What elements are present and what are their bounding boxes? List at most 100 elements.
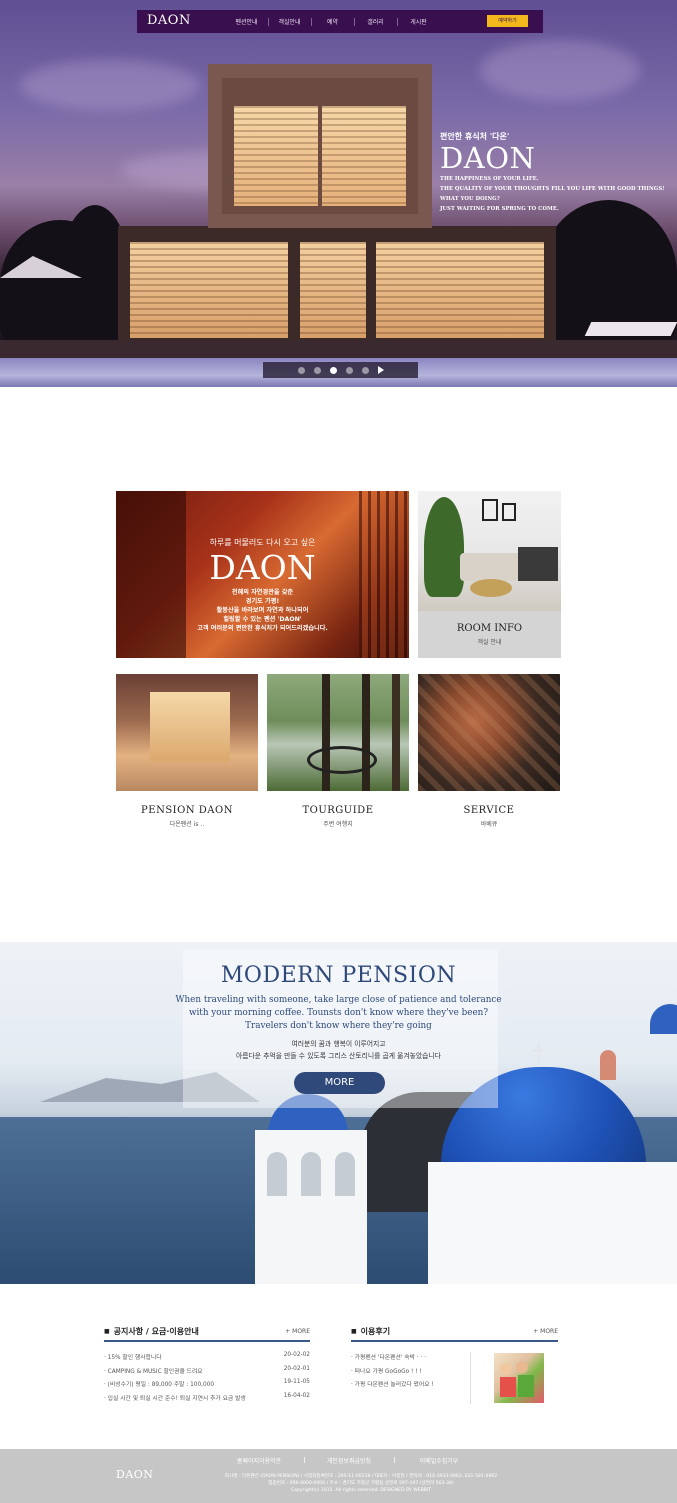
card-pension[interactable]: PENSION DAON 다온펜션 is .. <box>116 674 258 828</box>
nav-item-gallery[interactable]: 갤러리 <box>354 17 397 26</box>
window <box>234 106 406 206</box>
room-info-title: ROOM INFO <box>456 623 523 634</box>
nav-item-room-info[interactable]: 객실안내 <box>268 17 311 26</box>
window <box>300 242 366 338</box>
notice-item[interactable]: · (비성수기) 평일 : 89,000 주말 : 100,000 19-11-0… <box>104 1379 310 1393</box>
room-info-label: ROOM INFO 객실 안내 <box>418 623 561 646</box>
slide-dot-4[interactable] <box>345 366 353 374</box>
modern-pension-section: MODERN PENSION When traveling with someo… <box>0 942 677 1284</box>
hero-text: 편안한 휴식처 '다온' DAON THE HAPPINESS OF YOUR … <box>440 131 665 214</box>
review-thumbnail[interactable] <box>494 1353 544 1403</box>
notice-text: · CAMPING & MUSIC 할인권을 드려요 <box>104 1368 203 1375</box>
card-title: TOURGUIDE <box>302 805 374 816</box>
eng-line: When traveling with someone, take large … <box>175 995 502 1005</box>
nav-item-reservation[interactable]: 예약 <box>311 17 354 26</box>
feature-desc-3: 활봉산을 바라보며 자연과 하나되어 <box>216 607 309 614</box>
arch <box>267 1152 287 1196</box>
house-lower <box>118 226 556 346</box>
nav-item-pension-info[interactable]: 펜션안내 <box>225 17 268 26</box>
notice-text: · 입실 시간 및 퇴실 시간 준수! 퇴실 지연시 추가 요금 발생 <box>104 1396 246 1403</box>
review-item[interactable]: · 가평 다온펜션 놀러갔다 왔어요 ! <box>351 1379 470 1393</box>
hero-tagline-2: THE QUALITY OF YOUR THOUGHTS FILL YOU LI… <box>440 186 665 192</box>
eng-line: with your morning coffee. Tounsts don't … <box>188 1008 489 1018</box>
picture-frame <box>502 503 516 521</box>
card-subtitle: 다온펜션 is .. <box>169 821 205 828</box>
slide-dot-1[interactable] <box>297 366 305 374</box>
card-title: PENSION DAON <box>141 805 233 816</box>
feature-small: 하루를 머물러도 다시 오고 싶은 <box>209 538 316 547</box>
notice-item[interactable]: · 15% 할인 행사합니다 20-02-02 <box>104 1352 310 1366</box>
feature-desc-5: 고객 여러분의 편안한 휴식처가 되어드리겠습니다. <box>197 625 328 632</box>
footer-link-terms[interactable]: 홈페이지이용약관 <box>214 1456 304 1465</box>
footer-logo: DAON <box>116 1468 154 1481</box>
slide-dot-2[interactable] <box>313 366 321 374</box>
bbq-photo <box>418 674 560 791</box>
kor-line: 여러분의 꿈과 행복이 이루어지고 <box>291 1040 386 1048</box>
footer-info: 회사명 : 다온펜션 (DAON PENSION) / 사업자등록번호 : 29… <box>186 1473 536 1494</box>
modern-korean-text: 여러분의 꿈과 행복이 이루어지고 아름다운 추억을 만들 수 있도록 그리스 … <box>0 1038 677 1062</box>
slide-dot-5[interactable] <box>361 366 369 374</box>
nav-item-board[interactable]: 게시판 <box>397 17 440 26</box>
room-photo <box>418 491 561 611</box>
review-item[interactable]: · 떠나요 가평 GoGoGo ! ! ! <box>351 1366 470 1380</box>
card-subtitle: 주변 여행지 <box>323 821 353 828</box>
reserve-button[interactable]: 예약하기 <box>487 15 528 27</box>
play-icon[interactable] <box>377 366 384 374</box>
hero-tagline-3: WHAT YOU DOING? <box>440 196 500 202</box>
slide-dot-3[interactable] <box>329 366 337 374</box>
footer-link-email[interactable]: 이메일수집거부 <box>394 1456 484 1465</box>
slider-controls <box>263 362 418 378</box>
arch <box>301 1152 321 1196</box>
window <box>130 242 288 338</box>
cloud <box>20 60 200 110</box>
modern-title: MODERN PENSION <box>220 963 457 988</box>
bell-tower <box>255 1130 367 1284</box>
room-info-card[interactable]: ROOM INFO 객실 안내 <box>418 491 561 658</box>
notice-list: · 15% 할인 행사합니다 20-02-02 · CAMPING & MUSIC… <box>104 1352 310 1407</box>
card-title: SERVICE <box>463 805 515 816</box>
hero-tagline-1: THE HAPPINESS OF YOUR LIFE. <box>440 176 539 182</box>
footer-info-line: 업종번호 : 000-0000-0000 / 주소 : 경기도 가평군 가평읍 … <box>268 1481 454 1486</box>
house-upper <box>208 64 432 228</box>
feature-desc-1: 천혜의 자연경관을 갖춘 <box>231 589 294 596</box>
pension-photo <box>116 674 258 791</box>
notice-date: 20-02-01 <box>283 1365 310 1372</box>
kor-line: 아름다운 추억을 만들 수 있도록 그리스 산토리니를 곱게 옮겨놓았습니다 <box>236 1052 441 1060</box>
notice-date: 16-04-02 <box>283 1393 310 1400</box>
notice-text: · (비성수기) 평일 : 89,000 주말 : 100,000 <box>104 1382 215 1389</box>
notice-date: 19-11-05 <box>283 1379 310 1386</box>
notice-text: · 15% 할인 행사합니다 <box>104 1355 162 1361</box>
top-navigation: DAON 펜션안내 객실안내 예약 갤러리 게시판 예약하기 <box>137 10 543 33</box>
notice-header: 공지사항 / 요금·이용안내 + MORE <box>104 1326 310 1342</box>
notice-item[interactable]: · 입실 시간 및 퇴실 시간 준수! 퇴실 지연시 추가 요금 발생 16-04… <box>104 1393 310 1407</box>
footer-link-privacy[interactable]: 개인정보취급방침 <box>304 1456 394 1465</box>
church <box>428 1162 677 1284</box>
feature-title: DAON <box>209 548 316 587</box>
hero-tagline-4: JUST WAITING FOR SPRING TO COME. <box>440 206 559 212</box>
review-item[interactable]: · 가평펜션 '다온펜션' 숙박 · · · <box>351 1352 470 1366</box>
feature-banner[interactable]: 하루를 머물러도 다시 오고 싶은 DAON 천혜의 자연경관을 갖춘 경기도 … <box>116 491 409 658</box>
lounger <box>584 322 677 336</box>
notice-more-link[interactable]: + MORE <box>285 1328 310 1335</box>
card-service[interactable]: SERVICE 바베큐 <box>418 674 560 828</box>
more-button[interactable]: MORE <box>294 1072 385 1094</box>
review-title: 이용후기 <box>351 1326 390 1337</box>
coffee-table <box>470 579 512 597</box>
nav-logo[interactable]: DAON <box>147 13 191 28</box>
arch <box>335 1152 355 1196</box>
notice-item[interactable]: · CAMPING & MUSIC 할인권을 드려요 20-02-01 <box>104 1366 310 1380</box>
plant <box>424 497 464 597</box>
review-header: 이용후기 + MORE <box>351 1326 558 1342</box>
card-tourguide[interactable]: TOURGUIDE 주변 여행지 <box>267 674 409 828</box>
notice-title: 공지사항 / 요금·이용안내 <box>104 1326 199 1337</box>
review-more-link[interactable]: + MORE <box>533 1328 558 1335</box>
footer: DAON 홈페이지이용약관 개인정보취급방침 이메일수집거부 회사명 : 다온펜… <box>0 1449 677 1503</box>
eng-line: Travelers don't know where they're going <box>245 1021 432 1031</box>
tourguide-photo <box>267 674 409 791</box>
footer-links: 홈페이지이용약관 개인정보취급방침 이메일수집거부 <box>214 1456 484 1465</box>
nav-menu: 펜션안내 객실안내 예약 갤러리 게시판 <box>225 10 440 33</box>
room-info-subtitle: 객실 안내 <box>477 639 502 646</box>
review-board: 이용후기 + MORE · 가평펜션 '다온펜션' 숙박 · · · · 떠나요… <box>351 1326 558 1404</box>
notice-board: 공지사항 / 요금·이용안내 + MORE · 15% 할인 행사합니다 20-0… <box>104 1326 310 1407</box>
feature-desc-4: 힐링할 수 있는 펜션 'DAON' <box>223 616 302 623</box>
